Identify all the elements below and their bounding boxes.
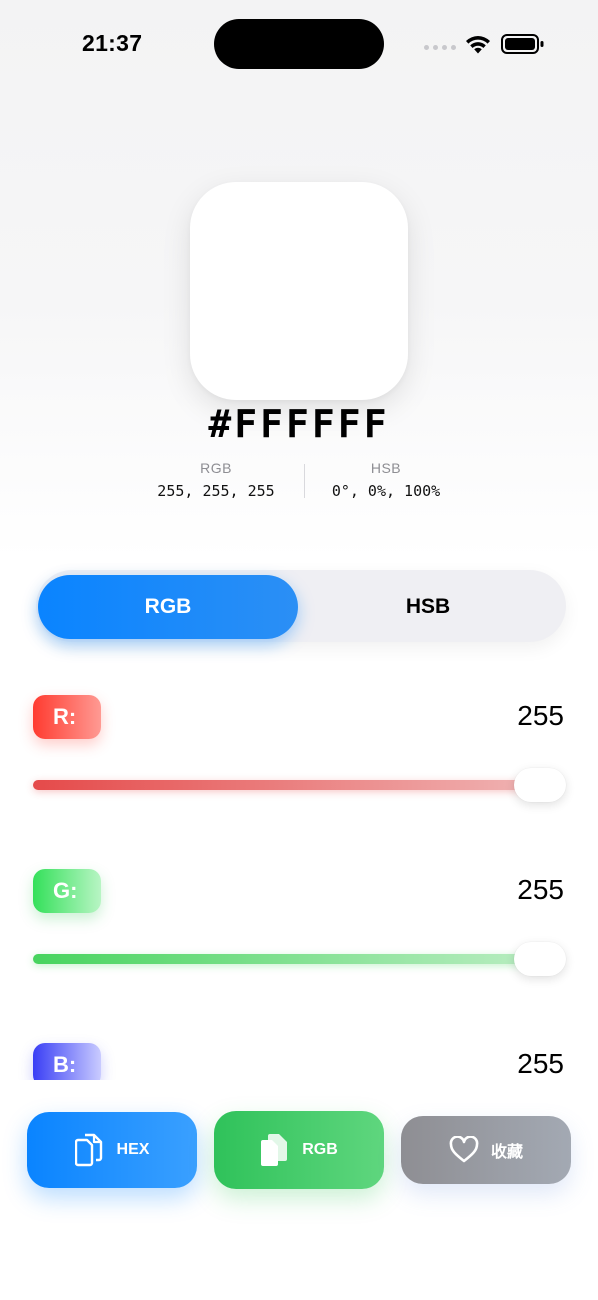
status-time: 21:37 [82,30,143,56]
red-channel-badge: R: [33,695,101,739]
red-channel-value: 255 [517,700,564,731]
favorite-label: 收藏 [490,1144,523,1161]
hsb-info: HSB 0°, 0%, 100% [286,460,486,500]
blue-channel-value: 255 [517,1048,564,1079]
hsb-info-value: 0°, 0%, 100% [331,482,441,500]
cellular-dots-icon [424,45,456,50]
mode-tab-rgb[interactable]: RGB [38,575,298,639]
copy-rgb-button[interactable]: RGB [214,1111,384,1189]
green-channel-badge: G: [33,869,101,913]
green-channel-value: 255 [517,874,564,905]
copy-icon [261,1134,288,1166]
color-swatch [190,182,408,400]
hex-value: #FFFFFF [208,402,390,446]
favorite-button[interactable]: 收藏 [401,1116,571,1184]
green-slider-track[interactable] [33,954,553,964]
heart-icon [449,1136,479,1163]
copy-hex-label: HEX [116,1141,150,1158]
battery-icon [501,34,544,54]
mode-segmented-control: RGB HSB [36,570,566,642]
copy-hex-button[interactable]: HEX [27,1112,197,1188]
hsb-info-label: HSB [370,460,402,476]
copy-icon [74,1133,102,1167]
wifi-icon [466,36,490,54]
green-slider-thumb[interactable] [514,942,566,976]
dynamic-island [214,19,384,69]
red-slider-thumb[interactable] [514,768,566,802]
mode-tab-hsb[interactable]: HSB [298,575,558,639]
red-slider-track[interactable] [33,780,553,790]
copy-rgb-label: RGB [302,1141,338,1158]
